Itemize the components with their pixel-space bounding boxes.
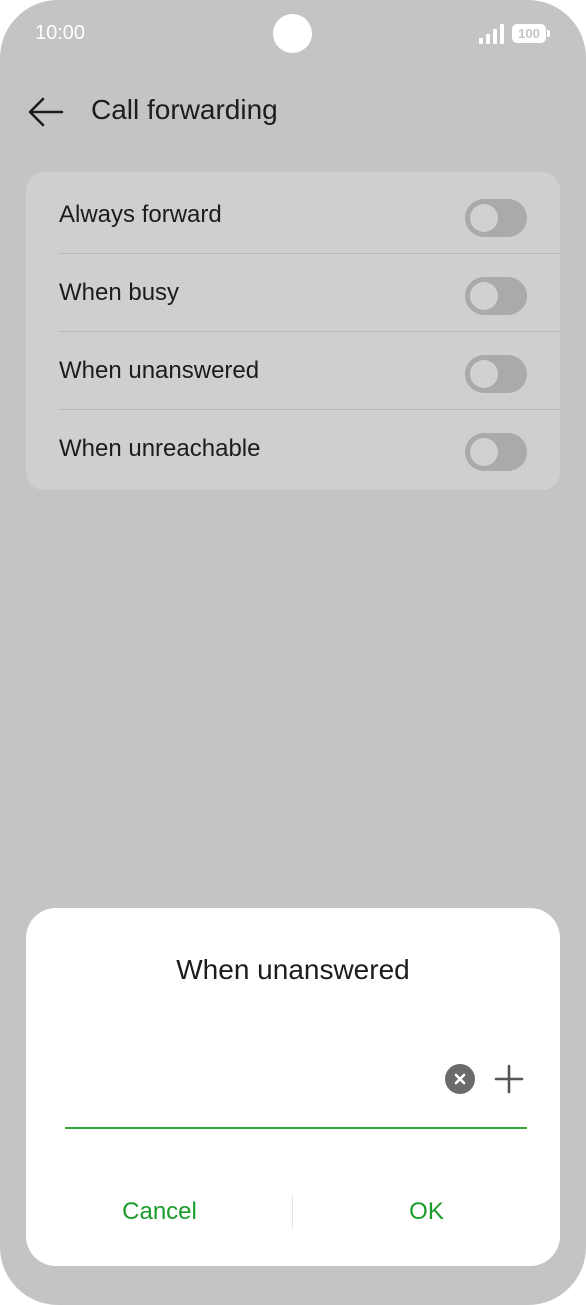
back-button[interactable] (24, 90, 68, 134)
camera-cutout (273, 14, 312, 53)
forwarding-number-input[interactable] (65, 1056, 439, 1102)
signal-icon (479, 24, 504, 44)
setting-row-when-unanswered[interactable]: When unanswered (26, 332, 560, 410)
arrow-left-icon (28, 97, 64, 127)
setting-label: When unreachable (59, 435, 261, 462)
clear-input-button[interactable] (445, 1064, 475, 1094)
setting-row-always-forward[interactable]: Always forward (26, 176, 560, 254)
clear-x-icon (454, 1073, 466, 1085)
toggle-when-unanswered[interactable] (465, 355, 527, 393)
plus-icon (494, 1064, 524, 1094)
toggle-knob (470, 204, 498, 232)
setting-label: Always forward (59, 201, 222, 228)
forwarding-number-dialog: When unanswered Cancel OK (26, 908, 560, 1266)
ok-button[interactable]: OK (293, 1180, 560, 1244)
toggle-when-busy[interactable] (465, 277, 527, 315)
toggle-when-unreachable[interactable] (465, 433, 527, 471)
status-time: 10:00 (35, 22, 86, 44)
toggle-knob (470, 282, 498, 310)
dialog-title: When unanswered (176, 954, 410, 985)
call-forwarding-options: Always forward When busy When unanswered… (26, 172, 560, 490)
battery-icon: 100 (512, 24, 550, 43)
setting-row-when-unreachable[interactable]: When unreachable (26, 410, 560, 488)
cancel-button[interactable]: Cancel (26, 1180, 293, 1244)
toggle-knob (470, 360, 498, 388)
setting-label: When unanswered (59, 357, 260, 384)
status-bar: 10:00 100 (0, 0, 586, 70)
battery-level: 100 (518, 26, 540, 41)
app-bar: Call forwarding (0, 80, 586, 144)
input-underline (65, 1127, 527, 1129)
toggle-knob (470, 438, 498, 466)
setting-label: When busy (59, 279, 180, 306)
phone-screen: 10:00 100 Call forwarding Always forward (0, 0, 586, 1305)
setting-row-when-busy[interactable]: When busy (26, 254, 560, 332)
add-contact-button[interactable] (492, 1062, 526, 1096)
toggle-always-forward[interactable] (465, 199, 527, 237)
page-title: Call forwarding (91, 94, 278, 125)
